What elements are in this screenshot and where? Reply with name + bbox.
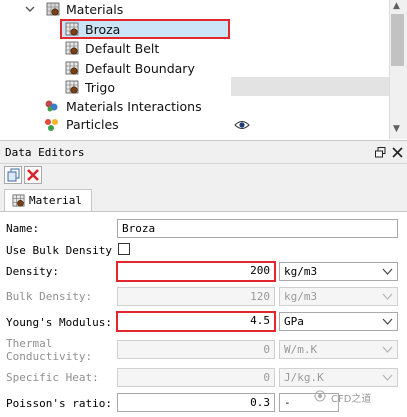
chevron-down-icon xyxy=(382,369,393,392)
tree-item-default-boundary[interactable]: Default Boundary xyxy=(64,58,264,77)
bulk-density-unit-value: kg/m3 xyxy=(284,290,318,303)
chevron-down-icon xyxy=(382,341,393,364)
tree-item-broza[interactable]: Broza xyxy=(64,19,230,38)
name-field[interactable]: Broza xyxy=(117,219,398,238)
tree-item-label: Particles xyxy=(66,117,119,132)
tab-label: Material xyxy=(29,194,82,207)
thermal-conductivity-unit-select: W/m.K xyxy=(279,340,398,359)
use-bulk-density-label: Use Bulk Density xyxy=(6,244,112,257)
tree-item-label: Materials xyxy=(66,2,124,17)
tree-item-label: Trigo xyxy=(85,80,115,95)
material-grid-icon xyxy=(12,194,25,210)
chevron-down-icon xyxy=(382,263,393,286)
density-unit-value: kg/m3 xyxy=(284,265,318,278)
scroll-up-icon[interactable]: ▲ xyxy=(393,1,400,11)
copy-button[interactable] xyxy=(4,166,22,184)
chevron-down-icon xyxy=(382,288,393,311)
youngs-modulus-label: Young's Modulus: xyxy=(6,316,112,329)
tree-item-label: Broza xyxy=(85,22,121,37)
thermal-conductivity-label-line2: Conductivity: xyxy=(6,350,93,363)
specific-heat-unit-select: J/kg.K xyxy=(279,368,398,387)
bulk-density-field: 120 xyxy=(117,287,275,306)
float-window-icon[interactable] xyxy=(375,147,386,161)
thermal-conductivity-unit-value: W/m.K xyxy=(284,343,318,356)
bulk-density-label: Bulk Density: xyxy=(6,290,93,303)
poissons-ratio-label: Poisson's ratio: xyxy=(6,397,112,410)
density-label: Density: xyxy=(6,265,59,278)
material-grid-icon xyxy=(65,41,79,55)
material-tree-panel: Materials Broza Default Belt Default Bou… xyxy=(0,0,407,141)
tree-item-materials-interactions[interactable]: Materials Interactions xyxy=(44,96,244,115)
eye-icon[interactable] xyxy=(234,118,250,137)
thermal-conductivity-field: 0 xyxy=(117,340,275,359)
watermark-text: CFD之道 xyxy=(331,394,372,405)
specific-heat-unit-value: J/kg.K xyxy=(284,371,324,384)
material-grid-icon xyxy=(65,61,79,75)
tree-item-label: Materials Interactions xyxy=(66,99,202,114)
editor-tab-bar: Material xyxy=(0,187,407,212)
tree-item-label: Default Boundary xyxy=(85,61,195,76)
chevron-down-icon xyxy=(382,313,393,336)
panel-title: Data Editors xyxy=(5,146,85,159)
tree-item-materials[interactable]: Materials xyxy=(46,0,246,19)
tree-item-trigo[interactable]: Trigo xyxy=(64,77,230,96)
delete-button[interactable] xyxy=(24,166,42,184)
data-editors-header: Data Editors xyxy=(0,143,407,164)
scroll-down-icon[interactable]: ▼ xyxy=(393,124,400,134)
use-bulk-density-checkbox[interactable] xyxy=(118,243,130,255)
density-field[interactable]: 200 xyxy=(116,261,276,282)
watermark: CFD之道 xyxy=(314,390,372,405)
specific-heat-label: Specific Heat: xyxy=(6,371,99,384)
material-grid-icon xyxy=(65,80,79,94)
close-icon[interactable] xyxy=(392,147,403,161)
youngs-modulus-unit-select[interactable]: GPa xyxy=(279,312,398,331)
poissons-ratio-unit-field: - xyxy=(279,393,339,412)
material-grid-icon xyxy=(65,22,79,36)
tree-item-label: Default Belt xyxy=(85,41,160,56)
youngs-modulus-field[interactable]: 4.5 xyxy=(116,311,276,332)
materials-folder-icon xyxy=(46,2,60,16)
name-label: Name: xyxy=(6,222,40,235)
tree-row-overlay xyxy=(231,77,389,96)
interactions-icon xyxy=(44,99,58,113)
particles-icon xyxy=(44,118,58,132)
collapse-chevron-icon[interactable] xyxy=(24,3,36,15)
poissons-ratio-field[interactable]: 0.3 xyxy=(117,393,275,412)
material-form: Name: Broza Use Bulk Density Density: 20… xyxy=(0,212,407,417)
specific-heat-field: 0 xyxy=(117,368,275,387)
scrollbar-thumb[interactable] xyxy=(391,14,404,66)
density-unit-select[interactable]: kg/m3 xyxy=(279,262,398,281)
bulk-density-unit-select: kg/m3 xyxy=(279,287,398,306)
watermark-logo-icon xyxy=(314,390,326,402)
poissons-ratio-unit-value: - xyxy=(284,396,291,409)
tab-material[interactable]: Material xyxy=(4,189,92,211)
editor-toolbar xyxy=(0,164,407,186)
delete-icon xyxy=(27,169,39,184)
tree-item-particles[interactable]: Particles xyxy=(44,115,254,134)
thermal-conductivity-label-line1: Thermal xyxy=(6,337,53,350)
copy-icon xyxy=(7,168,20,185)
tree-item-default-belt[interactable]: Default Belt xyxy=(64,38,264,57)
youngs-modulus-unit-value: GPa xyxy=(284,315,304,328)
